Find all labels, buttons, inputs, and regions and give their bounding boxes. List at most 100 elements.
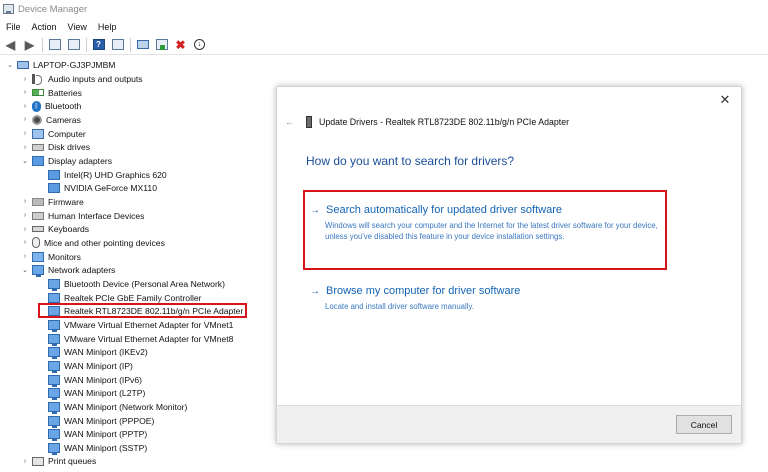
tree-device-item[interactable]: WAN Miniport (L2TP) [48,386,145,401]
expand-chevron-icon[interactable]: › [21,198,29,205]
network-adapter-icon [48,278,60,291]
disable-device-icon[interactable]: ↓ [192,38,207,52]
tree-device-item[interactable]: WAN Miniport (SSTP) [48,441,147,455]
expand-chevron-icon[interactable]: › [21,144,29,151]
tree-item-label: Realtek PCIe GbE Family Controller [64,292,202,303]
cancel-button[interactable]: Cancel [676,415,732,434]
close-icon[interactable]: ✕ [718,93,732,107]
expand-chevron-icon[interactable]: › [21,253,29,260]
toolbar-divider [86,37,87,52]
update-driver-icon[interactable] [154,38,169,52]
tree-item-label: WAN Miniport (PPTP) [64,429,148,440]
network-adapter-icon [48,347,60,360]
expand-chevron-icon[interactable]: › [21,130,29,137]
tree-category-item[interactable]: › Firmware [21,195,84,209]
tree-category-item[interactable]: › Keyboards [21,222,89,236]
tree-category-item[interactable]: › Monitors [21,250,81,264]
browse-computer-option[interactable]: → Browse my computer for driver software… [310,285,520,312]
tree-device-item[interactable]: WAN Miniport (IPv6) [48,373,142,387]
expand-chevron-icon[interactable]: › [21,76,29,83]
tree-category-item[interactable]: › Batteries [21,86,82,100]
browse-computer-label[interactable]: Browse my computer for driver software [326,285,520,297]
tree-item-label: WAN Miniport (IPv6) [64,374,142,385]
tree-category-item[interactable]: › Cameras [21,113,81,127]
tree-category-item[interactable]: › Mice and other pointing devices [21,236,165,250]
menu-help[interactable]: Help [98,22,117,32]
expand-chevron-icon[interactable]: › [21,212,29,219]
tree-category-item[interactable]: › Disk drives [21,140,90,154]
back-arrow-icon[interactable]: ← [285,117,294,127]
tree-item-label: WAN Miniport (Network Monitor) [64,401,188,412]
expand-chevron-icon[interactable]: › [21,458,29,465]
toolbar: ◀ ▶ ? ✖ ↓ [0,35,768,55]
dialog-question: How do you want to search for drivers? [306,154,515,168]
tree-category-item[interactable]: › Human Interface Devices [21,209,145,223]
tree-category-item[interactable]: ⌄ Display adapters [21,154,112,168]
tree-item-label: Monitors [48,251,81,262]
search-automatically-label[interactable]: Search automatically for updated driver … [326,204,562,216]
tree-item-label: Human Interface Devices [48,210,145,221]
back-arrow-icon[interactable]: ◀ [3,38,18,52]
tree-category-item[interactable]: › Computer [21,127,86,141]
expand-chevron-icon[interactable]: › [21,239,29,246]
menu-action[interactable]: Action [32,22,57,32]
expand-chevron-icon[interactable]: › [21,226,29,233]
tree-device-item[interactable]: WAN Miniport (IKEv2) [48,345,148,360]
action-pane-icon[interactable] [110,38,125,52]
laptop-icon [17,61,29,69]
expand-chevron-icon[interactable]: › [21,89,29,96]
network-adapter-icon [48,374,60,387]
tree-root[interactable]: ⌄ LAPTOP-GJ3PJMBM [6,58,115,72]
tree-item-label: Audio inputs and outputs [48,74,143,84]
option-title[interactable]: → Browse my computer for driver software [310,285,520,297]
tree-device-item[interactable]: NVIDIA GeForce MX110 [48,181,157,195]
display-adapter-icon [32,155,44,166]
tree-item-label: Firmware [48,196,84,207]
bluetooth-icon: ᛒ [32,100,41,112]
tree-device-item[interactable]: VMware Virtual Ethernet Adapter for VMne… [48,318,233,332]
tree-category-item[interactable]: › ᛒ Bluetooth [21,99,81,113]
network-adapter-icon [48,333,60,346]
tree-device-item[interactable]: WAN Miniport (IP) [48,359,133,373]
network-adapter-icon [48,319,60,332]
computer-icon [32,128,44,139]
tree-item-label: Cameras [46,114,81,125]
properties-icon[interactable] [66,38,81,52]
scan-hardware-icon[interactable] [135,38,150,52]
hid-icon [32,211,44,220]
mouse-icon [32,237,40,249]
dialog-header: ← Update Drivers - Realtek RTL8723DE 802… [285,116,569,128]
show-hide-tree-icon[interactable] [47,38,62,52]
tree-device-item[interactable]: WAN Miniport (PPPOE) [48,414,154,428]
tree-device-item[interactable]: WAN Miniport (Network Monitor) [48,400,187,414]
forward-arrow-icon[interactable]: ▶ [22,38,37,52]
tree-item-label: WAN Miniport (IP) [64,360,133,371]
help-icon[interactable]: ? [91,38,106,52]
tree-category-item[interactable]: ⌄ Network adapters [21,263,115,278]
tree-category-item[interactable]: › Audio inputs and outputs [21,72,143,86]
search-automatically-option[interactable]: → Search automatically for updated drive… [310,204,665,242]
tree-device-item[interactable]: WAN Miniport (PPTP) [48,427,148,442]
uninstall-device-icon[interactable]: ✖ [173,38,188,52]
collapse-chevron-icon[interactable]: ⌄ [21,266,29,274]
tree-root-label: LAPTOP-GJ3PJMBM [33,60,116,70]
collapse-chevron-icon[interactable]: ⌄ [21,157,29,165]
collapse-chevron-icon[interactable]: ⌄ [6,61,14,69]
menu-view[interactable]: View [68,22,87,32]
expand-chevron-icon[interactable]: › [21,103,29,110]
network-adapter-icon [48,429,60,442]
tree-device-item[interactable]: Bluetooth Device (Personal Area Network) [48,277,225,291]
search-automatically-description: Windows will search your computer and th… [325,221,658,241]
tree-item-label: Bluetooth Device (Personal Area Network) [64,278,225,289]
tree-item-label: Print queues [48,456,97,467]
network-adapter-icon [48,388,60,401]
tree-item-label: Batteries [48,87,82,98]
expand-chevron-icon[interactable]: › [21,116,29,123]
tree-device-item[interactable]: VMware Virtual Ethernet Adapter for VMne… [48,332,233,346]
arrow-right-icon: → [310,285,320,297]
tree-category-item[interactable]: › Print queues [21,454,96,468]
tree-item-label: Bluetooth [45,101,82,112]
tree-device-item[interactable]: Intel(R) UHD Graphics 620 [48,168,167,182]
option-title[interactable]: → Search automatically for updated drive… [310,204,665,216]
menu-file[interactable]: File [6,22,21,32]
